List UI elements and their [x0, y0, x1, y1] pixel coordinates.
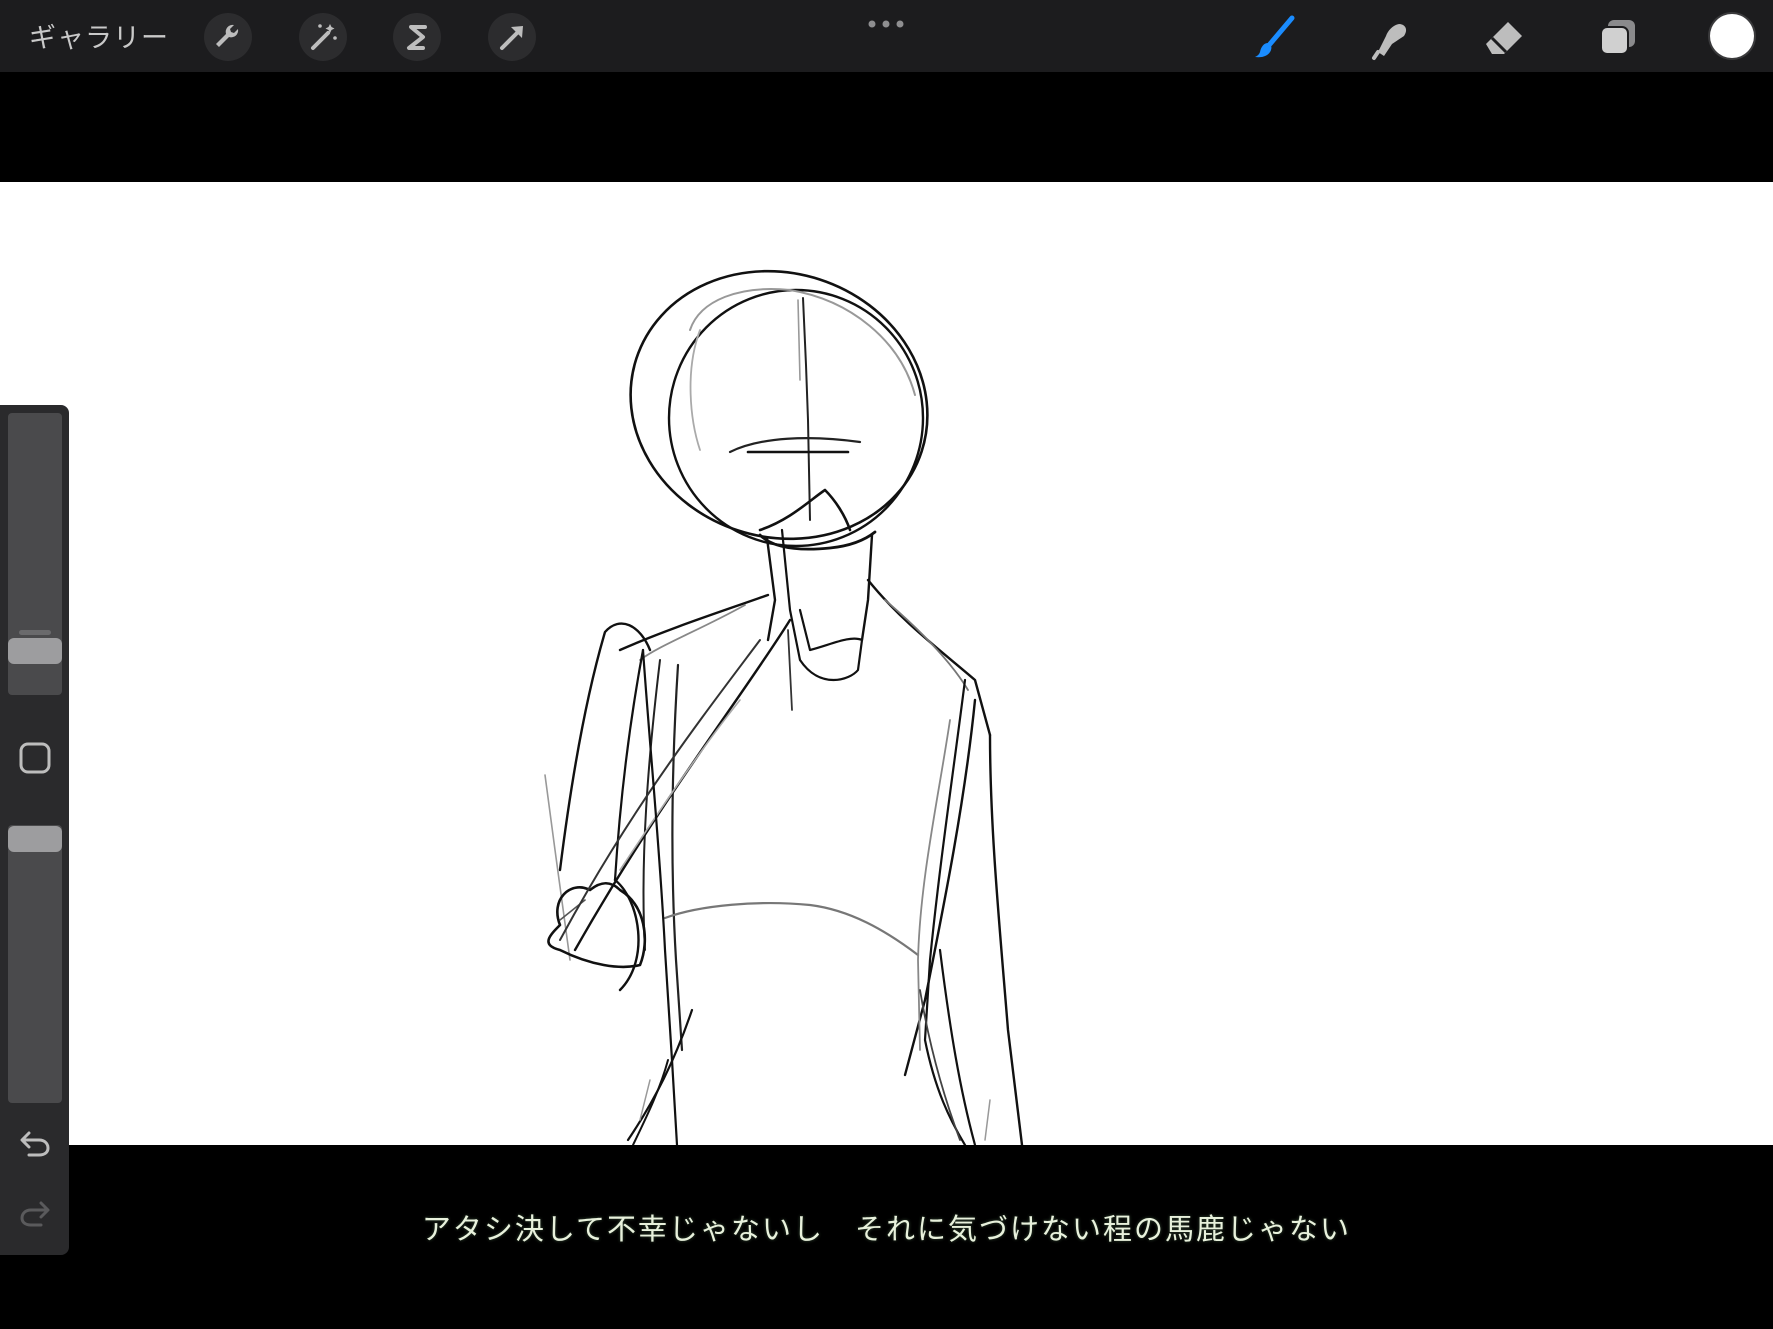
eraser-icon[interactable]	[1478, 12, 1528, 62]
toolbar-grabber-icon[interactable]	[868, 13, 904, 28]
brush-icon[interactable]	[1250, 12, 1300, 62]
top-toolbar: ギャラリー	[0, 0, 1773, 72]
letterbox-top	[0, 72, 1773, 182]
brush-size-tick	[19, 630, 51, 635]
layers-icon[interactable]	[1593, 12, 1643, 62]
brush-sidebar	[0, 405, 69, 1255]
color-picker-button[interactable]	[1710, 14, 1754, 58]
arrow-cursor-icon[interactable]	[487, 12, 537, 62]
sketch-drawing	[544, 269, 1024, 1145]
gallery-button[interactable]: ギャラリー	[29, 16, 169, 55]
smudge-finger-icon[interactable]	[1364, 12, 1414, 62]
brush-size-thumb[interactable]	[8, 638, 62, 664]
redo-icon[interactable]	[17, 1195, 53, 1231]
selection-s-icon[interactable]	[392, 12, 442, 62]
drawing-canvas[interactable]	[0, 182, 1773, 1145]
wrench-icon[interactable]	[203, 12, 253, 62]
brush-opacity-slider[interactable]	[8, 825, 62, 1103]
square-icon[interactable]	[18, 741, 52, 775]
undo-icon[interactable]	[17, 1125, 53, 1161]
brush-opacity-thumb[interactable]	[8, 826, 62, 852]
subtitle-text: アタシ決して不幸じゃないし それに気づけない程の馬鹿じゃない	[421, 1212, 1352, 1246]
magic-wand-icon[interactable]	[298, 12, 348, 62]
